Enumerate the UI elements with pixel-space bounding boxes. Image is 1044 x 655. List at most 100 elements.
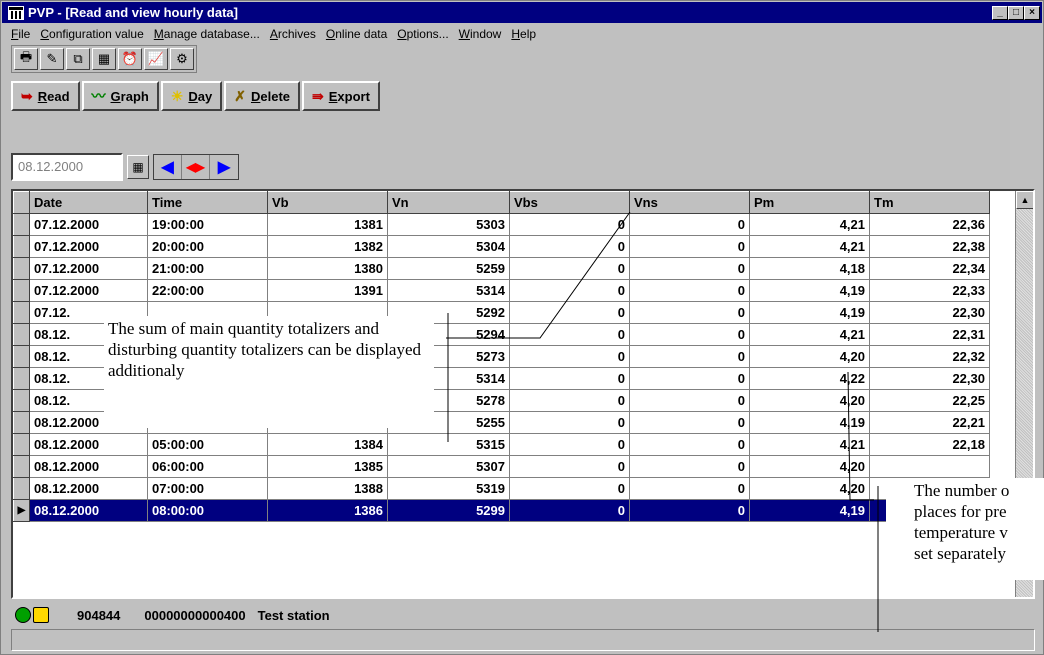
table-cell[interactable]: 08.12.2000: [29, 455, 148, 478]
table-cell[interactable]: 0: [629, 499, 750, 522]
table-cell[interactable]: 4,21: [749, 323, 870, 346]
row-indicator[interactable]: [13, 345, 30, 368]
table-cell[interactable]: 22,32: [869, 345, 990, 368]
table-cell[interactable]: 4,19: [749, 411, 870, 434]
table-cell[interactable]: 07.12.2000: [29, 235, 148, 258]
table-cell[interactable]: 5314: [387, 279, 510, 302]
table-cell[interactable]: 22:00:00: [147, 279, 268, 302]
day-button[interactable]: ☀ Day: [160, 81, 223, 111]
table-cell[interactable]: 08:00:00: [147, 499, 268, 522]
alarm-icon[interactable]: ⏰: [118, 48, 142, 70]
menu-help[interactable]: Help: [506, 27, 541, 41]
table-row[interactable]: 07.12.2000 22:00:00 1391 5314 0 0 4,19 22,33: [13, 279, 990, 302]
scroll-up-icon[interactable]: ▲: [1016, 191, 1033, 209]
table-cell[interactable]: 08.12.2000: [29, 499, 148, 522]
table-cell[interactable]: 07:00:00: [147, 477, 268, 500]
table-row[interactable]: ▶ 08.12.2000 08:00:00 1386 5299 0 0 4,19: [13, 499, 990, 522]
table-cell[interactable]: 0: [509, 455, 630, 478]
delete-button[interactable]: ✗ Delete: [224, 81, 301, 111]
close-button[interactable]: ×: [1024, 5, 1040, 20]
table-cell[interactable]: 5299: [387, 499, 510, 522]
graph-button[interactable]: 〰 Graph: [81, 81, 159, 111]
table-cell[interactable]: 0: [509, 477, 630, 500]
table-cell[interactable]: 0: [629, 345, 750, 368]
menu-archives[interactable]: Archives: [265, 27, 321, 41]
table-cell[interactable]: 22,33: [869, 279, 990, 302]
row-indicator[interactable]: [13, 367, 30, 390]
menu-options[interactable]: Options...: [392, 27, 453, 41]
table-cell[interactable]: 22,30: [869, 301, 990, 324]
table-cell[interactable]: 22,21: [869, 411, 990, 434]
table-cell[interactable]: 0: [629, 389, 750, 412]
table-cell[interactable]: 07.12.2000: [29, 279, 148, 302]
table-cell[interactable]: 4,19: [749, 279, 870, 302]
column-header[interactable]: Vns: [629, 191, 750, 214]
row-indicator[interactable]: [13, 257, 30, 280]
table-cell[interactable]: 1391: [267, 279, 388, 302]
table-cell[interactable]: 08.12.2000: [29, 433, 148, 456]
table-cell[interactable]: 4,21: [749, 433, 870, 456]
table-cell[interactable]: 4,19: [749, 499, 870, 522]
menu-configuration[interactable]: Configuration value: [35, 27, 148, 41]
table-cell[interactable]: 0: [509, 389, 630, 412]
config-icon[interactable]: ⚙: [170, 48, 194, 70]
column-header[interactable]: Time: [147, 191, 268, 214]
menu-window[interactable]: Window: [454, 27, 507, 41]
chart-icon[interactable]: 📈: [144, 48, 168, 70]
table-row[interactable]: 07.12.2000 21:00:00 1380 5259 0 0 4,18 22,34: [13, 257, 990, 280]
table-cell[interactable]: 1381: [267, 213, 388, 236]
table-cell[interactable]: 06:00:00: [147, 455, 268, 478]
table-cell[interactable]: 0: [509, 411, 630, 434]
range-button[interactable]: ◀▶: [182, 155, 210, 179]
table-cell[interactable]: 0: [509, 279, 630, 302]
column-header[interactable]: Tm: [869, 191, 990, 214]
table-row[interactable]: 07.12.2000 20:00:00 1382 5304 0 0 4,21 22,38: [13, 235, 990, 258]
table-cell[interactable]: 4,20: [749, 477, 870, 500]
row-indicator[interactable]: [13, 411, 30, 434]
table-cell[interactable]: 0: [629, 323, 750, 346]
calendar-icon[interactable]: ▦: [127, 155, 149, 179]
table-row[interactable]: 07.12.2000 19:00:00 1381 5303 0 0 4,21 22,36: [13, 213, 990, 236]
table-cell[interactable]: 0: [629, 455, 750, 478]
table-cell[interactable]: 4,20: [749, 455, 870, 478]
table-cell[interactable]: 4,20: [749, 389, 870, 412]
table-cell[interactable]: 21:00:00: [147, 257, 268, 280]
table-cell[interactable]: 4,21: [749, 235, 870, 258]
next-day-button[interactable]: ▶: [210, 155, 238, 179]
table-cell[interactable]: 1385: [267, 455, 388, 478]
table-cell[interactable]: 22,25: [869, 389, 990, 412]
table-cell[interactable]: 1386: [267, 499, 388, 522]
edit-icon[interactable]: ✎: [40, 48, 64, 70]
menu-manage-database[interactable]: Manage database...: [149, 27, 265, 41]
table-cell[interactable]: 0: [509, 367, 630, 390]
table-cell[interactable]: 5319: [387, 477, 510, 500]
table-cell[interactable]: 22,31: [869, 323, 990, 346]
table-cell[interactable]: 4,22: [749, 367, 870, 390]
column-header[interactable]: Vb: [267, 191, 388, 214]
table-cell[interactable]: 05:00:00: [147, 433, 268, 456]
table-cell[interactable]: 4,18: [749, 257, 870, 280]
table-cell[interactable]: 0: [509, 257, 630, 280]
table-cell[interactable]: 0: [629, 411, 750, 434]
copy-icon[interactable]: ⧉: [66, 48, 90, 70]
row-indicator[interactable]: [13, 301, 30, 324]
table-cell[interactable]: 0: [509, 301, 630, 324]
table-cell[interactable]: 0: [509, 345, 630, 368]
column-header[interactable]: Vn: [387, 191, 510, 214]
column-header[interactable]: Pm: [749, 191, 870, 214]
table-cell[interactable]: 22,34: [869, 257, 990, 280]
table-cell[interactable]: 1382: [267, 235, 388, 258]
table-cell[interactable]: 5303: [387, 213, 510, 236]
row-indicator[interactable]: ▶: [13, 499, 30, 522]
table-cell[interactable]: 5304: [387, 235, 510, 258]
table-cell[interactable]: 4,21: [749, 213, 870, 236]
table-cell[interactable]: 19:00:00: [147, 213, 268, 236]
column-header[interactable]: Date: [29, 191, 148, 214]
prev-day-button[interactable]: ◀: [154, 155, 182, 179]
maximize-button[interactable]: □: [1008, 5, 1024, 20]
table-row[interactable]: 08.12.2000 07:00:00 1388 5319 0 0 4,20: [13, 477, 990, 500]
table-cell[interactable]: 20:00:00: [147, 235, 268, 258]
table-cell[interactable]: 0: [629, 477, 750, 500]
table-cell[interactable]: 08.12.2000: [29, 477, 148, 500]
row-indicator[interactable]: [13, 279, 30, 302]
